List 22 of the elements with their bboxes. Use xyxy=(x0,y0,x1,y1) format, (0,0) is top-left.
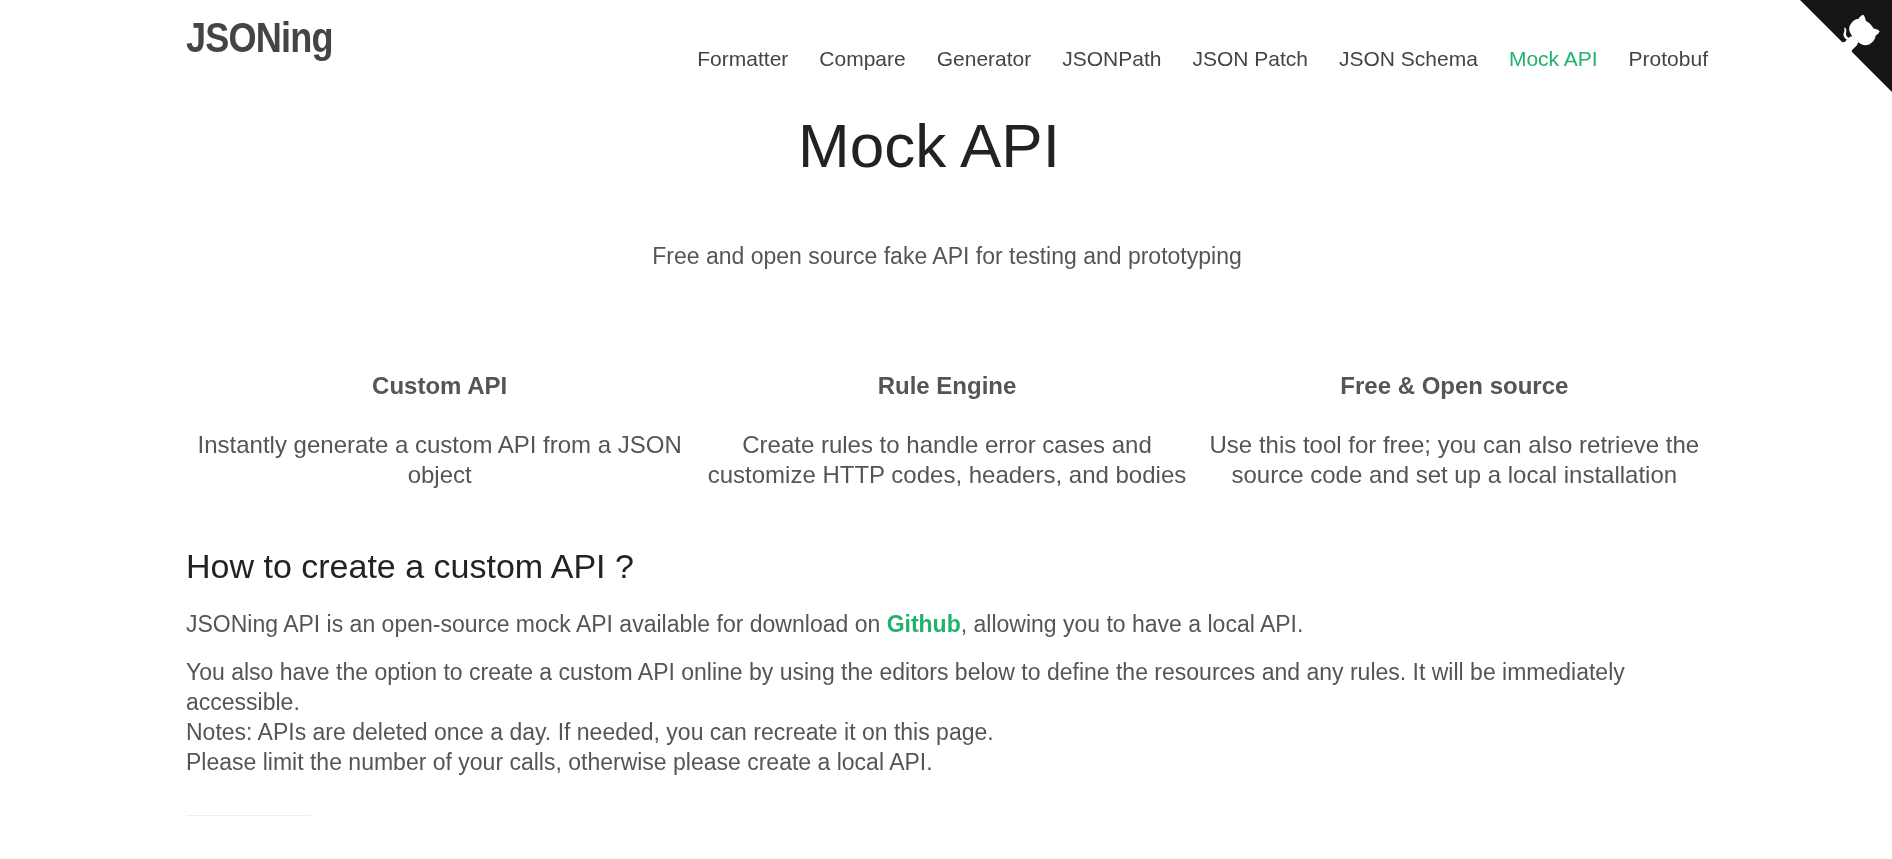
info-paragraph: You also have the option to create a custom API online by using the editors below to define the resources and any rules. It will be immediately accessible. xyxy=(186,658,1626,717)
nav-link[interactable]: JSON Schema xyxy=(1339,46,1478,72)
page-title: Mock API xyxy=(798,110,1060,182)
nav-link[interactable]: Protobuf xyxy=(1628,46,1708,72)
intro-paragraph: JSONing API is an open-source mock API available for download on Github, allowing you to have a local API. xyxy=(186,610,1305,639)
site-logo[interactable]: JSONing xyxy=(186,12,333,62)
nav-link[interactable]: Compare xyxy=(819,46,906,72)
page-subtitle: Free and open source fake API for testing and prototyping xyxy=(651,242,1243,271)
feature-description: Create rules to handle error cases and customize HTTP codes, headers, and bodies xyxy=(706,430,1188,490)
section-heading: How to create a custom API ? xyxy=(186,546,635,587)
nav-link[interactable]: Generator xyxy=(936,46,1032,72)
corner-cat-icon[interactable] xyxy=(1800,0,1892,92)
info-paragraph: Notes: APIs are deleted once a day. If needed, you can recreate it on this page. xyxy=(186,718,995,747)
feature-title: Free & Open source xyxy=(1340,371,1569,401)
feature-title: Custom API xyxy=(372,371,508,401)
info-paragraph: Please limit the number of your calls, otherwise please create a local API. xyxy=(186,748,934,777)
nav-link[interactable]: JSONPath xyxy=(1062,46,1162,72)
nav-link[interactable]: JSON Patch xyxy=(1192,46,1308,72)
feature-description: Use this tool for free; you can also retrieve the source code and set up a local installation xyxy=(1208,430,1701,490)
feature-title: Rule Engine xyxy=(877,371,1017,401)
feature-description: Instantly generate a custom API from a JSON object xyxy=(196,430,683,490)
nav-link[interactable]: Formatter xyxy=(697,46,789,72)
